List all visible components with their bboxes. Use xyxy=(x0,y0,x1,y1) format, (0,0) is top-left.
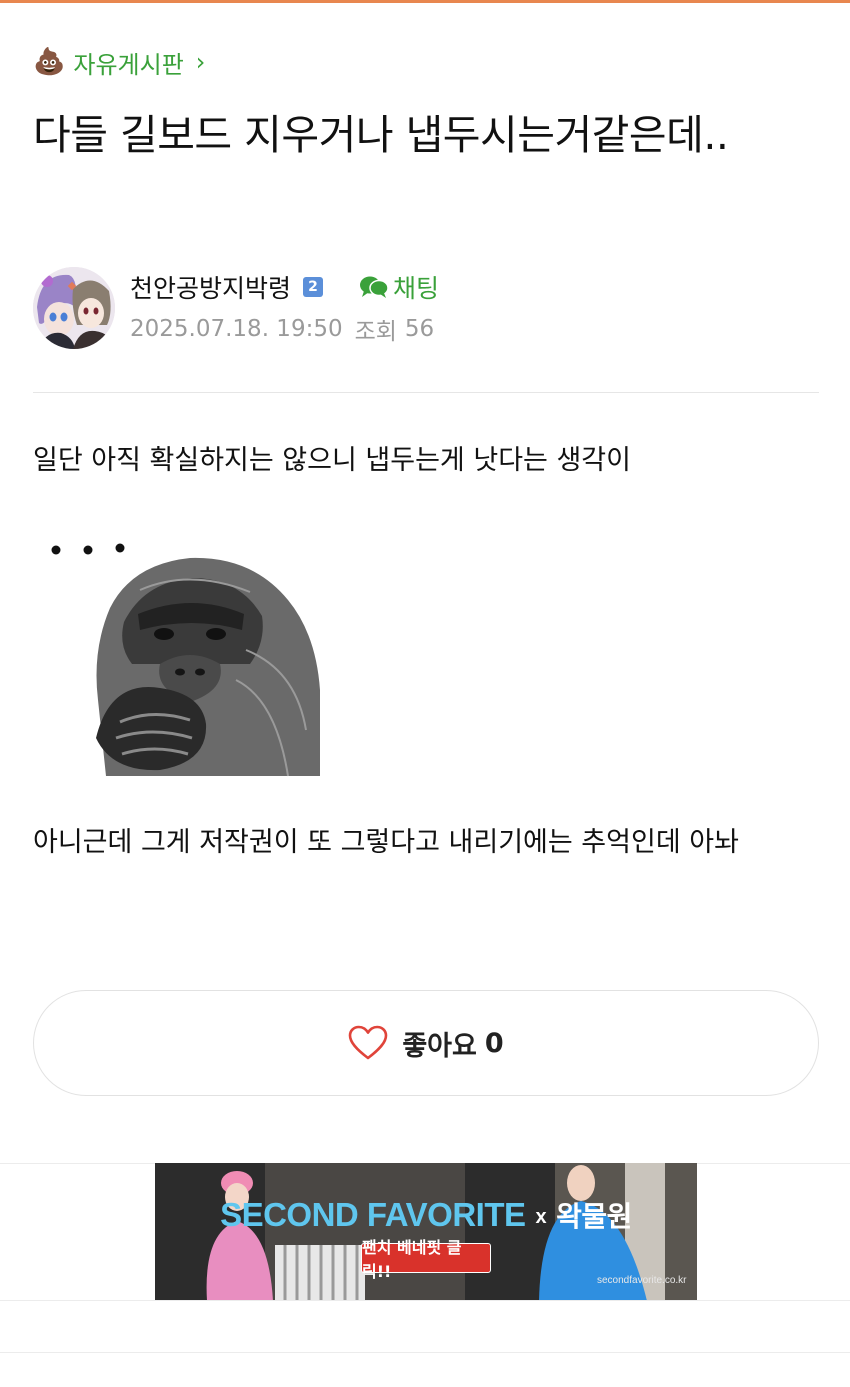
chevron-right-icon: › xyxy=(195,48,206,76)
footer-divider xyxy=(0,1352,850,1353)
chat-label: 채팅 xyxy=(393,274,440,303)
post-date: 2025.07.18. 19:50 xyxy=(130,316,343,342)
thinking-gorilla-image xyxy=(40,530,330,778)
chat-bubble-icon xyxy=(360,276,389,298)
ad-partner: 왁물원 xyxy=(556,1201,632,1232)
ad-title: SECOND FAVORITE x 왁물원 xyxy=(155,1195,697,1235)
chat-button[interactable]: 채팅 xyxy=(359,269,439,305)
avatar-image xyxy=(33,267,115,349)
level-badge: 2 xyxy=(303,277,324,297)
post-body-2: 아니근데 그게 저작권이 또 그렇다고 내리기에는 추억인데 아놔 xyxy=(33,827,739,858)
ad-url: secondfavorite.co.kr xyxy=(597,1275,687,1286)
views-label: 조회 xyxy=(354,319,397,345)
like-button[interactable]: 좋아요 0 xyxy=(33,990,819,1096)
ad-brand: SECOND FAVORITE xyxy=(220,1196,526,1233)
ad-cta-button[interactable]: 팬치 베네핏 클릭!! xyxy=(361,1238,491,1281)
ad-bottom-divider xyxy=(0,1300,850,1301)
board-link[interactable]: 💩 자유게시판 › xyxy=(33,44,205,80)
top-accent-bar xyxy=(0,0,850,3)
poop-icon: 💩 xyxy=(33,47,66,77)
like-count: 0 xyxy=(484,1027,504,1059)
board-label: 자유게시판 xyxy=(73,50,184,79)
views-count: 56 xyxy=(404,316,435,342)
ad-x: x xyxy=(535,1205,547,1228)
post-title: 다들 길보드 지우거나 냅두시는거같은데.. xyxy=(33,111,729,159)
avatar[interactable] xyxy=(33,267,115,349)
post-body-1: 일단 아직 확실하지는 않으니 냅두는게 낫다는 생각이 xyxy=(33,445,631,476)
post-meta: 2025.07.18. 19:50 조회 56 xyxy=(130,311,434,347)
author-name[interactable]: 천안공방지박령 xyxy=(130,269,291,305)
author-row: 천안공방지박령 2 채팅 xyxy=(130,269,439,305)
header-divider xyxy=(33,392,819,393)
ad-banner[interactable]: SECOND FAVORITE x 왁물원 팬치 베네핏 클릭!! secondfa… xyxy=(155,1163,697,1301)
heart-icon xyxy=(349,1025,388,1060)
like-label: 좋아요 xyxy=(402,1030,477,1062)
